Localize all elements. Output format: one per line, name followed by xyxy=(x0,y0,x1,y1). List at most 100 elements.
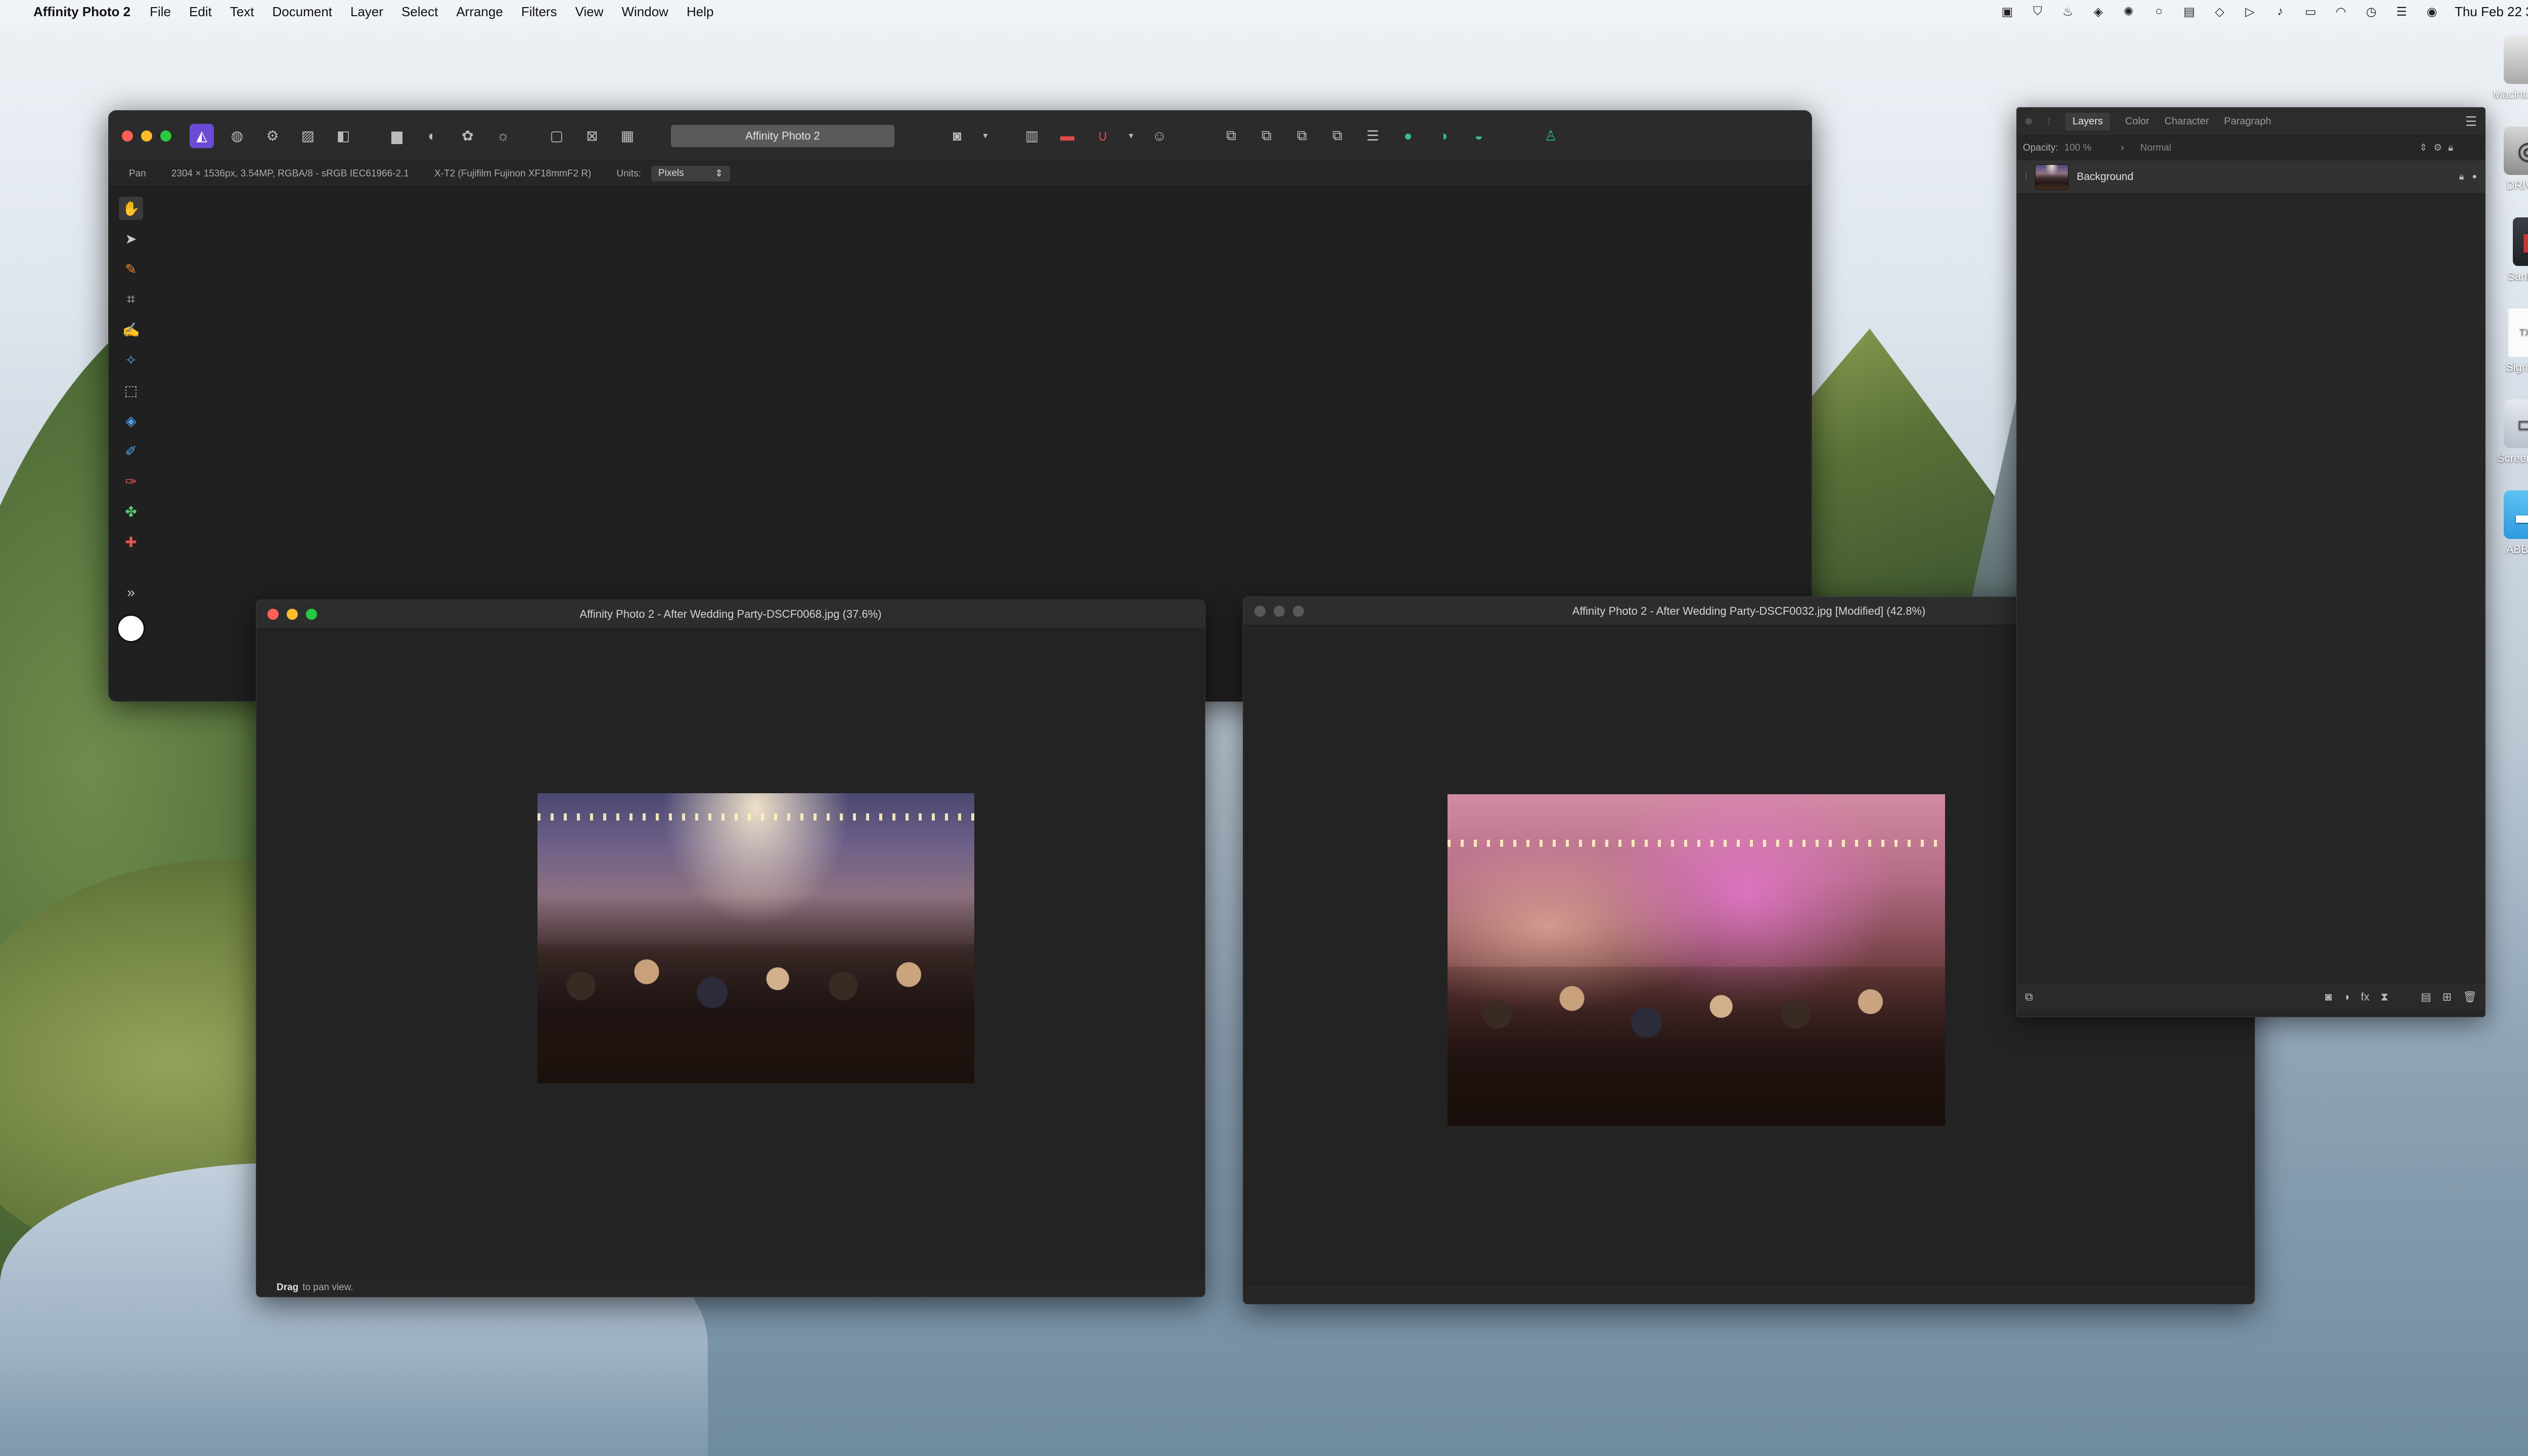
crop-tool-icon[interactable]: ⌗ xyxy=(119,288,143,311)
selection-mode-icon[interactable]: ▢ xyxy=(545,124,569,148)
arrange-front-icon[interactable]: ⧉ xyxy=(1219,124,1243,148)
dropbox-icon[interactable]: ◈ xyxy=(2091,5,2106,19)
auto-contrast-icon[interactable]: ◐ xyxy=(420,124,444,148)
tab-color[interactable]: Color xyxy=(2125,116,2149,127)
menu-edit[interactable]: Edit xyxy=(189,4,212,20)
expand-icon[interactable]: ⁞ xyxy=(2025,172,2027,181)
creative-cloud-icon[interactable]: ✺ xyxy=(2121,5,2136,19)
snapping-icon[interactable]: ▥ xyxy=(1020,124,1044,148)
hourglass-icon[interactable]: ⧗ xyxy=(2380,990,2388,1004)
photo-persona-icon[interactable]: ◭ xyxy=(190,123,214,148)
tab-layers[interactable]: Layers xyxy=(2065,113,2110,130)
time-machine-icon[interactable]: ◷ xyxy=(2364,5,2379,19)
close-button[interactable] xyxy=(122,130,133,142)
liquify-persona-icon[interactable]: ◍ xyxy=(225,124,249,148)
export-persona-icon[interactable]: ◧ xyxy=(331,124,355,148)
drag-handle-icon[interactable]: ⁞ xyxy=(2048,116,2050,127)
menu-document[interactable]: Document xyxy=(273,4,333,20)
tab-paragraph[interactable]: Paragraph xyxy=(2224,116,2271,127)
menu-filters[interactable]: Filters xyxy=(521,4,557,20)
layers-stack-icon[interactable]: ◇ xyxy=(2212,5,2227,19)
healing-brush-tool-icon[interactable]: ✚ xyxy=(119,530,143,554)
play-icon[interactable]: ▷ xyxy=(2242,5,2258,19)
magnet-icon[interactable]: ∪ xyxy=(1091,124,1115,148)
tab-character[interactable]: Character xyxy=(2164,116,2209,127)
visibility-icon[interactable]: ● xyxy=(2472,172,2477,181)
marquee-tool-icon[interactable]: ⬚ xyxy=(119,379,143,402)
image-canvas[interactable] xyxy=(1448,794,1945,1126)
menu-file[interactable]: File xyxy=(150,4,171,20)
add-layer-icon[interactable]: ⊞ xyxy=(2443,990,2452,1004)
opacity-value[interactable]: 100 % xyxy=(2064,143,2115,154)
auto-colors-icon[interactable]: ✿ xyxy=(456,124,480,148)
layer-options-icon[interactable]: ⧉ xyxy=(2025,990,2033,1004)
layer-name[interactable]: Background xyxy=(2076,171,2133,183)
menu-select[interactable]: Select xyxy=(401,4,438,20)
live-filter-icon[interactable]: fx xyxy=(2361,990,2369,1004)
volume-icon[interactable]: ♪ xyxy=(2273,5,2288,19)
arrange-backward-icon[interactable]: ⧉ xyxy=(1290,124,1314,148)
mask-layer-icon[interactable]: ◙ xyxy=(2325,990,2332,1004)
chevron-down-icon[interactable]: ▾ xyxy=(980,124,990,148)
account-icon[interactable]: ♙ xyxy=(1539,124,1563,148)
auto-white-balance-icon[interactable]: ☼ xyxy=(491,124,515,148)
menu-help[interactable]: Help xyxy=(687,4,713,20)
invert-selection-icon[interactable]: ▦ xyxy=(615,124,640,148)
shield-icon[interactable]: ⛉ xyxy=(2030,5,2045,19)
layer-row-background[interactable]: ⁞ Background 🔒︎ ● xyxy=(2017,160,2485,194)
minimize-button[interactable] xyxy=(141,130,152,142)
menu-layer[interactable]: Layer xyxy=(350,4,383,20)
deselect-icon[interactable]: ⊠ xyxy=(580,124,604,148)
align-icon[interactable]: ☰ xyxy=(1361,124,1385,148)
trash-icon[interactable]: 🗑︎ xyxy=(2463,990,2477,1004)
arrange-back-icon[interactable]: ⧉ xyxy=(1325,124,1349,148)
close-button[interactable] xyxy=(267,608,279,620)
selection-brush-tool-icon[interactable]: ✍ xyxy=(119,318,143,341)
boolean-intersect-icon[interactable]: ◒ xyxy=(1467,124,1491,148)
close-panel-icon[interactable]: ⊗ xyxy=(2025,116,2033,127)
menu-window[interactable]: Window xyxy=(621,4,668,20)
menu-clock[interactable]: Thu Feb 22 3:17 PM xyxy=(2455,4,2528,20)
adjustment-layer-icon[interactable]: ◑ xyxy=(2343,990,2350,1004)
wifi-icon[interactable]: ◠ xyxy=(2333,5,2349,19)
units-select[interactable]: Pixels ⇕ xyxy=(651,166,730,181)
blend-mode-select[interactable]: Normal xyxy=(2130,143,2413,154)
image-canvas[interactable] xyxy=(537,793,974,1083)
levels-icon[interactable]: ▆ xyxy=(385,124,409,148)
minimize-button[interactable] xyxy=(287,608,298,620)
desktop-icon-macintosh-hd[interactable]: Macintosh HD xyxy=(2477,35,2528,101)
close-button[interactable] xyxy=(1254,605,1266,617)
boolean-subtract-icon[interactable]: ◑ xyxy=(1431,124,1456,148)
zoom-button[interactable] xyxy=(1293,605,1304,617)
group-icon[interactable]: ▤ xyxy=(2421,990,2431,1004)
inbox-icon[interactable]: ▣ xyxy=(2000,5,2015,19)
boolean-add-icon[interactable]: ● xyxy=(1396,124,1420,148)
app-menu[interactable]: Affinity Photo 2 xyxy=(33,4,130,20)
panel-menu-icon[interactable]: ☰ xyxy=(2465,114,2477,129)
color-well[interactable] xyxy=(117,614,145,643)
move-tool-icon[interactable]: ➤ xyxy=(119,227,143,250)
assistant-icon[interactable]: ▬ xyxy=(1055,124,1079,148)
erase-brush-tool-icon[interactable]: ✑ xyxy=(119,470,143,493)
lock-icon[interactable]: 🔒︎ xyxy=(2448,143,2453,154)
minimize-button[interactable] xyxy=(1274,605,1285,617)
display-icon[interactable]: ▭ xyxy=(2303,5,2318,19)
gear-icon[interactable]: ⚙ xyxy=(2433,142,2442,154)
feedback-icon[interactable]: ☺ xyxy=(1147,124,1171,148)
paint-brush-tool-icon[interactable]: ✐ xyxy=(119,439,143,463)
develop-persona-icon[interactable]: ⚙ xyxy=(260,124,285,148)
pan-tool-icon[interactable]: ✋ xyxy=(119,197,143,220)
document-title-field[interactable]: Affinity Photo 2 xyxy=(671,124,894,147)
tone-mapping-persona-icon[interactable]: ▨ xyxy=(296,124,320,148)
zoom-button[interactable] xyxy=(306,608,317,620)
more-tools-icon[interactable]: » xyxy=(119,581,143,604)
zoom-button[interactable] xyxy=(160,130,171,142)
quick-mask-icon[interactable]: ◙ xyxy=(945,124,969,148)
menu-view[interactable]: View xyxy=(575,4,604,20)
menu-arrange[interactable]: Arrange xyxy=(456,4,503,20)
folder-badge-icon[interactable]: ▤ xyxy=(2182,5,2197,19)
circle-icon[interactable]: ○ xyxy=(2151,5,2166,19)
chevron-down-icon[interactable]: ▾ xyxy=(1126,124,1136,148)
flame-icon[interactable]: ♨ xyxy=(2060,5,2075,19)
color-picker-tool-icon[interactable]: ✎ xyxy=(119,257,143,281)
